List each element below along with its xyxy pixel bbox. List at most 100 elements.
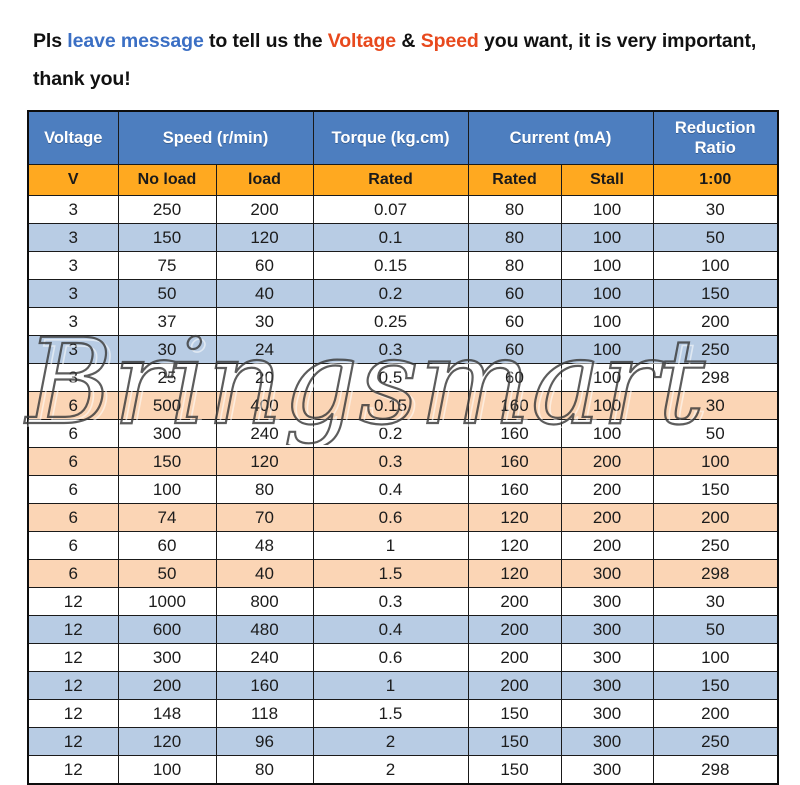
table-cell: 300 xyxy=(560,587,654,616)
table-cell: 0.3 xyxy=(312,587,469,616)
table-cell: 200 xyxy=(560,447,654,476)
table-row: 6 74 70 0.6 120 200 200 xyxy=(27,503,779,532)
table-cell: 120 xyxy=(117,727,217,756)
table-cell: 120 xyxy=(215,223,314,252)
table-cell: 3 xyxy=(27,251,119,280)
table-cell: 100 xyxy=(560,279,654,308)
table-cell: 2 xyxy=(312,727,469,756)
table-cell: 0.4 xyxy=(312,475,469,504)
table-cell: 6 xyxy=(27,447,119,476)
intro-text-part2: to tell us the xyxy=(203,30,328,52)
table-cell: 80 xyxy=(215,755,314,785)
table-cell: 6 xyxy=(27,503,119,532)
table-cell: 3 xyxy=(27,279,119,308)
table-cell: 40 xyxy=(215,279,314,308)
table-cell: 298 xyxy=(652,559,779,588)
table-cell: 12 xyxy=(27,727,119,756)
table-cell: 480 xyxy=(215,615,314,644)
table-cell: 0.3 xyxy=(312,335,469,364)
table-cell: 12 xyxy=(27,755,119,785)
table-cell: 0.2 xyxy=(312,279,469,308)
table-cell: 100 xyxy=(560,419,654,448)
table-cell: 60 xyxy=(467,307,562,336)
table-cell: 120 xyxy=(467,503,562,532)
table-cell: 3 xyxy=(27,335,119,364)
table-cell: 200 xyxy=(560,503,654,532)
table-cell: 160 xyxy=(467,419,562,448)
table-cell: 80 xyxy=(467,251,562,280)
table-body: 3 250 200 0.07 80 100 30 3 150 120 0.1 80 100 50 3 75 60… xyxy=(27,195,779,785)
table-cell: 50 xyxy=(117,559,217,588)
table-cell: 3 xyxy=(27,363,119,392)
table-cell: 240 xyxy=(215,643,314,672)
table-cell: 100 xyxy=(560,195,654,224)
table-cell: 3 xyxy=(27,223,119,252)
table-cell: 100 xyxy=(560,335,654,364)
table-cell: 200 xyxy=(560,531,654,560)
table-row: 12 120 96 2 150 300 250 xyxy=(27,727,779,756)
table-cell: 100 xyxy=(117,755,217,785)
table-cell: 30 xyxy=(652,587,779,616)
table-row: 12 100 80 2 150 300 298 xyxy=(27,755,779,785)
table-row: 12 200 160 1 200 300 150 xyxy=(27,671,779,700)
table-group-header-4: Reduction Ratio xyxy=(652,110,779,165)
table-cell: 100 xyxy=(560,363,654,392)
table-cell: 3 xyxy=(27,307,119,336)
table-cell: 60 xyxy=(215,251,314,280)
table-cell: 250 xyxy=(117,195,217,224)
table-cell: 0.3 xyxy=(312,447,469,476)
table-row: 12 600 480 0.4 200 300 50 xyxy=(27,615,779,644)
table-head: Voltage Speed (r/min) Torque (kg.cm) Curren… xyxy=(27,110,779,196)
table-cell: 120 xyxy=(215,447,314,476)
table-cell: 48 xyxy=(215,531,314,560)
table-cell: 80 xyxy=(467,223,562,252)
table-row: 3 75 60 0.15 80 100 100 xyxy=(27,251,779,280)
table-cell: 30 xyxy=(652,391,779,420)
table-cell: 200 xyxy=(560,475,654,504)
table-cell: 200 xyxy=(652,307,779,336)
table-cell: 0.1 xyxy=(312,223,469,252)
table-cell: 1.5 xyxy=(312,699,469,728)
intro-highlight-leave-message: leave message xyxy=(67,30,204,52)
table-row: 6 100 80 0.4 160 200 150 xyxy=(27,475,779,504)
table-cell: 160 xyxy=(467,447,562,476)
table-row: 6 50 40 1.5 120 300 298 xyxy=(27,559,779,588)
table-cell: 100 xyxy=(652,447,779,476)
table-cell: 200 xyxy=(117,671,217,700)
table-sub-header-row: V No load load Rated Rated Stall 1:00 xyxy=(27,164,779,196)
table-cell: 50 xyxy=(652,419,779,448)
table-cell: 24 xyxy=(215,335,314,364)
table-cell: 200 xyxy=(652,699,779,728)
table-cell: 75 xyxy=(117,251,217,280)
table-cell: 300 xyxy=(560,755,654,785)
table-cell: 0.07 xyxy=(312,195,469,224)
table-cell: 250 xyxy=(652,727,779,756)
table-cell: 300 xyxy=(560,671,654,700)
table-cell: 500 xyxy=(117,391,217,420)
table-cell: 160 xyxy=(215,671,314,700)
table-cell: 6 xyxy=(27,559,119,588)
table-cell: 200 xyxy=(215,195,314,224)
table-cell: 300 xyxy=(560,559,654,588)
table-cell: 150 xyxy=(652,279,779,308)
table-cell: 148 xyxy=(117,699,217,728)
table-cell: 0.5 xyxy=(312,363,469,392)
table-sub-header-5: Stall xyxy=(560,164,654,196)
table-row: 12 300 240 0.6 200 300 100 xyxy=(27,643,779,672)
table-cell: 80 xyxy=(215,475,314,504)
table-cell: 1 xyxy=(312,531,469,560)
table-cell: 96 xyxy=(215,727,314,756)
table-cell: 100 xyxy=(560,223,654,252)
table-cell: 150 xyxy=(467,699,562,728)
table-cell: 150 xyxy=(467,755,562,785)
table-cell: 200 xyxy=(467,643,562,672)
intro-note: Pls leave message to tell us the Voltage… xyxy=(33,22,773,98)
table-cell: 50 xyxy=(652,223,779,252)
table-row: 3 25 20 0.5 60 100 298 xyxy=(27,363,779,392)
table-group-header-1: Speed (r/min) xyxy=(117,110,314,165)
table-row: 3 250 200 0.07 80 100 30 xyxy=(27,195,779,224)
table-cell: 12 xyxy=(27,699,119,728)
table-row: 6 500 400 0.15 160 100 30 xyxy=(27,391,779,420)
table-sub-header-0: V xyxy=(27,164,119,196)
table-cell: 37 xyxy=(117,307,217,336)
